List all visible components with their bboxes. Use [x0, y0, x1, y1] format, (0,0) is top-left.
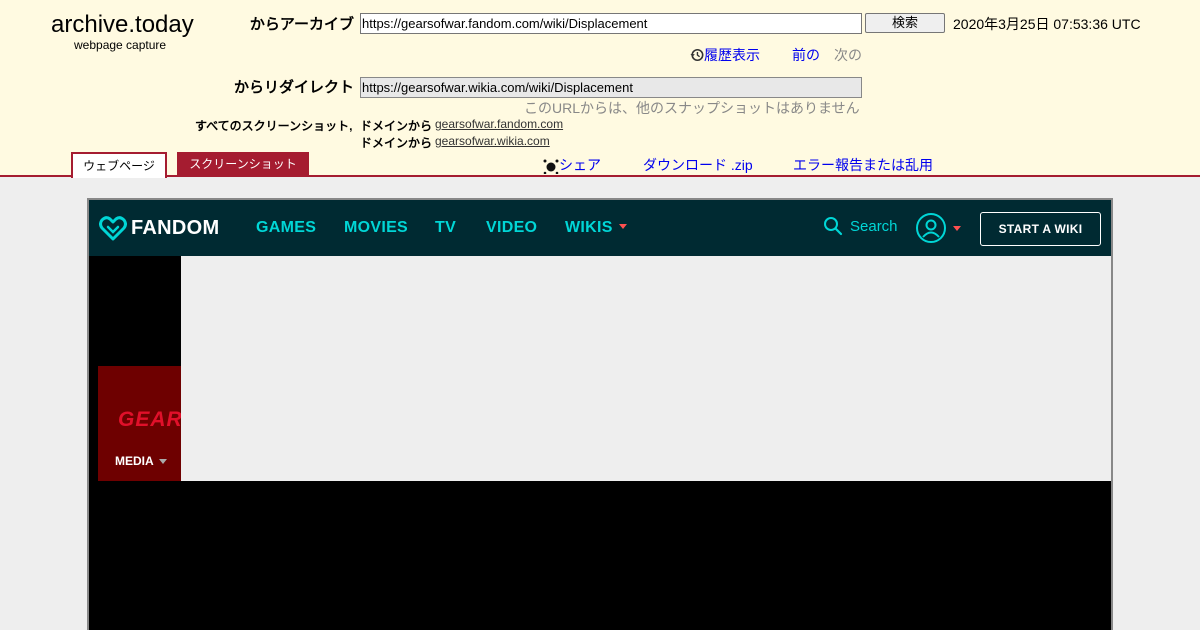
no-other-snapshots-text: このURLからは、他のスナップショットはありません — [524, 100, 860, 116]
redirect-label: からリダイレクト — [233, 79, 354, 96]
start-a-wiki-button[interactable]: START A WIKI — [980, 212, 1101, 246]
search-icon — [824, 217, 843, 236]
fandom-heart-icon — [99, 216, 127, 241]
nav-tv[interactable]: TV — [435, 219, 456, 237]
all-screenshots-label: すべてのスクリーンショット, — [195, 119, 353, 133]
media-menu[interactable]: MEDIA — [115, 454, 167, 468]
ad-placeholder-area — [181, 256, 1111, 481]
download-zip-link[interactable]: ダウンロード .zip — [643, 155, 753, 175]
tab-webpage[interactable]: ウェブページ — [71, 152, 167, 178]
fandom-search[interactable]: Search — [823, 216, 898, 236]
domain-label-1: ドメインから — [360, 119, 433, 133]
wiki-logo[interactable]: GEARS — [118, 408, 181, 432]
nav-games[interactable]: GAMES — [256, 219, 316, 237]
user-avatar-icon — [916, 213, 946, 243]
fandom-global-nav: FANDOM GAMES MOVIES TV VIDEO WIKIS Searc… — [89, 200, 1111, 256]
nav-video[interactable]: VIDEO — [486, 219, 537, 237]
history-link-label: 履歴表示 — [704, 47, 760, 63]
share-icon — [543, 159, 559, 174]
nav-wikis[interactable]: WIKIS — [565, 219, 627, 237]
capture-timestamp: 2020年3月25日 07:53:36 UTC — [953, 16, 1141, 32]
domain-label-2: ドメインから — [360, 136, 433, 150]
account-chevron-down-icon — [953, 225, 961, 231]
from-archive-label: からアーカイブ — [249, 16, 354, 33]
domain-link-fandom[interactable]: gearsofwar.fandom.com — [435, 117, 563, 131]
nav-wikis-label: WIKIS — [565, 219, 613, 236]
archived-url-input[interactable]: https://gearsofwar.fandom.com/wiki/Displ… — [360, 13, 862, 34]
fandom-logo-text: FANDOM — [131, 216, 220, 239]
archive-logo-subtitle: webpage capture — [74, 38, 167, 52]
account-menu[interactable] — [915, 212, 961, 244]
nav-movies[interactable]: MOVIES — [344, 219, 408, 237]
media-menu-label: MEDIA — [115, 454, 154, 468]
history-link[interactable]: 履歴表示 — [690, 45, 760, 65]
search-label: Search — [850, 217, 898, 235]
report-abuse-link[interactable]: エラー報告または乱用 — [793, 155, 933, 175]
prev-link[interactable]: 前の — [792, 45, 820, 65]
chevron-down-icon — [618, 224, 627, 229]
fandom-logo[interactable]: FANDOM — [99, 214, 219, 242]
share-link[interactable]: シェア — [543, 155, 601, 175]
share-link-label: シェア — [559, 157, 601, 173]
wiki-header: GEARS MEDIA — [98, 366, 181, 481]
search-button[interactable]: 検索 — [865, 13, 945, 33]
archive-logo[interactable]: archive.today — [51, 11, 194, 39]
media-chevron-down-icon — [158, 459, 167, 464]
redirect-url-input[interactable]: https://gearsofwar.wikia.com/wiki/Displa… — [360, 77, 862, 98]
next-link-disabled: 次の — [834, 47, 862, 63]
captured-page-frame: FANDOM GAMES MOVIES TV VIDEO WIKIS Searc… — [87, 198, 1113, 630]
domain-link-wikia[interactable]: gearsofwar.wikia.com — [435, 134, 550, 148]
archive-header: archive.today webpage capture からアーカイブ ht… — [0, 0, 1200, 178]
tab-screenshot[interactable]: スクリーンショット — [177, 152, 309, 177]
history-icon — [690, 48, 704, 62]
